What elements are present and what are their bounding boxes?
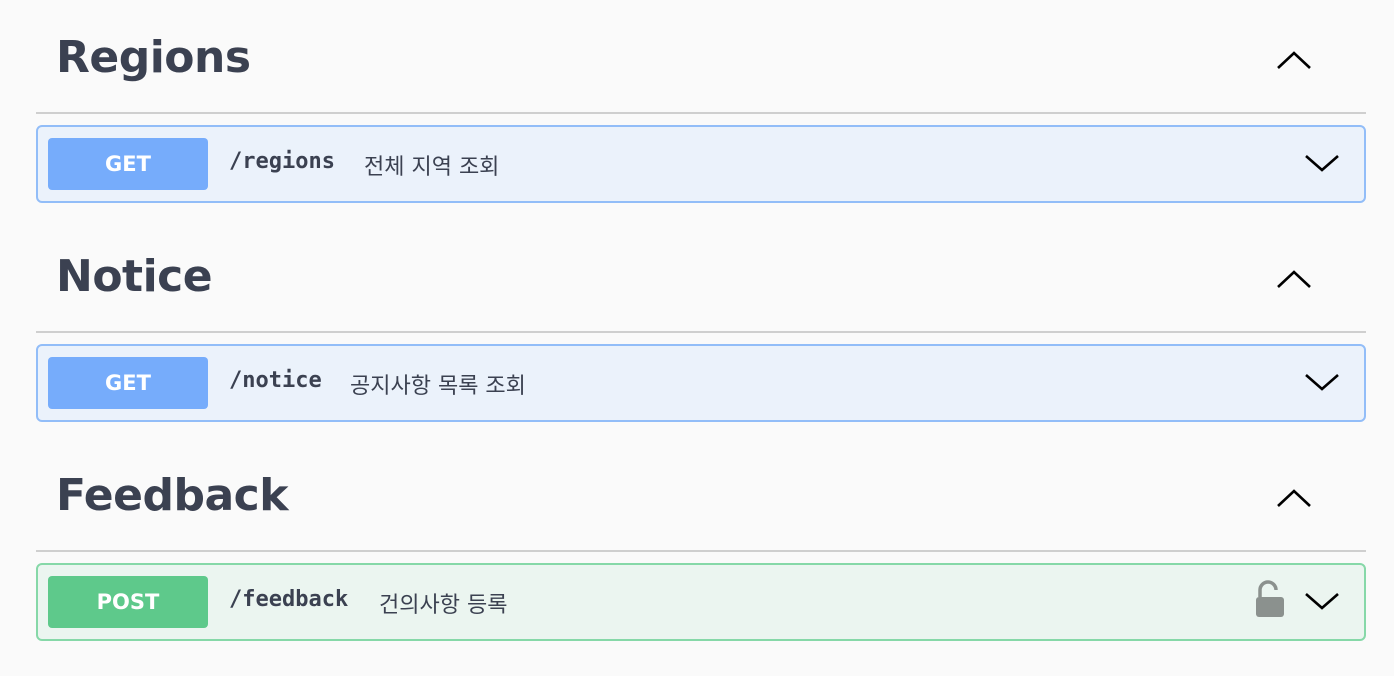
tag-title[interactable]: Regions: [56, 32, 251, 83]
chevron-down-icon[interactable]: [1302, 583, 1342, 617]
operation-path: /regions: [229, 149, 335, 174]
chevron-up-icon[interactable]: [1274, 482, 1314, 512]
tag-header-regions[interactable]: Regions: [36, 0, 1366, 114]
opblock-post-feedback[interactable]: POST /feedback 건의사항 등록: [36, 563, 1366, 641]
tag-title[interactable]: Feedback: [56, 470, 288, 521]
operation-path: /notice: [229, 368, 322, 393]
method-badge: POST: [48, 576, 208, 628]
operation-summary: 공지사항 목록 조회: [350, 374, 526, 399]
chevron-up-icon[interactable]: [1274, 263, 1314, 293]
tag-title[interactable]: Notice: [56, 251, 213, 302]
opblock-get-notice[interactable]: GET /notice 공지사항 목록 조회: [36, 344, 1366, 422]
tag-header-feedback[interactable]: Feedback: [36, 438, 1366, 552]
unlock-icon[interactable]: [1254, 579, 1286, 619]
method-badge: GET: [48, 138, 208, 190]
operation-path: /feedback: [229, 587, 349, 612]
tag-section-regions: Regions GET /regions 전체 지역 조회: [36, 0, 1366, 203]
opblock-get-regions[interactable]: GET /regions 전체 지역 조회: [36, 125, 1366, 203]
method-badge: GET: [48, 357, 208, 409]
tag-section-feedback: Feedback POST /feedback 건의사항 등록: [36, 438, 1366, 641]
chevron-down-icon[interactable]: [1302, 145, 1342, 179]
tag-section-notice: Notice GET /notice 공지사항 목록 조회: [36, 219, 1366, 422]
tag-header-notice[interactable]: Notice: [36, 219, 1366, 333]
chevron-up-icon[interactable]: [1274, 44, 1314, 74]
operation-summary: 건의사항 등록: [379, 593, 508, 618]
chevron-down-icon[interactable]: [1302, 364, 1342, 398]
operation-summary: 전체 지역 조회: [364, 155, 500, 180]
